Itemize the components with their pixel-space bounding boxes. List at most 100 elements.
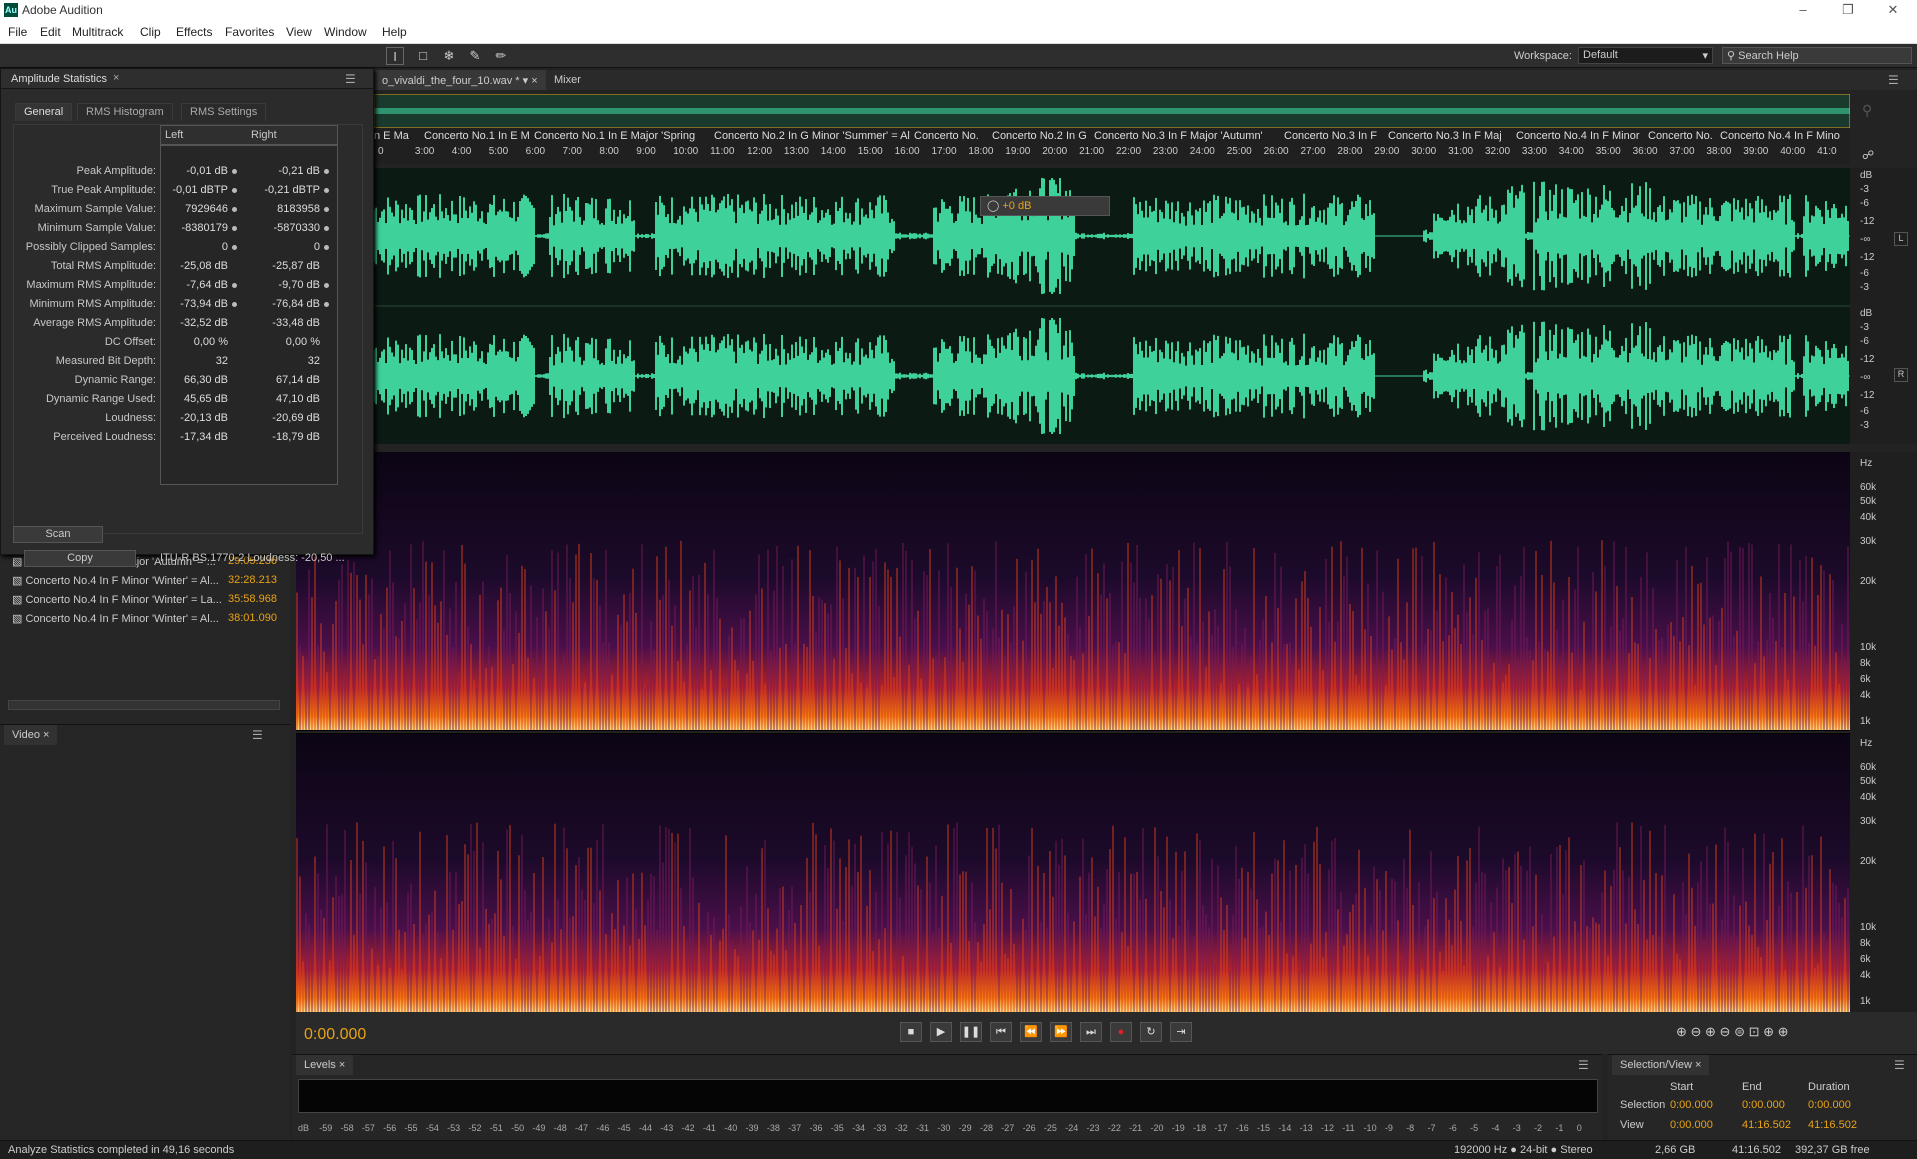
menu-favorites[interactable]: Favorites <box>225 25 274 39</box>
marker-time[interactable]: 32:28.213 <box>228 574 277 586</box>
track-marker-label[interactable]: n E Ma <box>374 130 422 142</box>
horizontal-scrollbar[interactable] <box>8 700 280 710</box>
track-marker-label[interactable]: Concerto No.1 In E M <box>424 130 532 142</box>
list-item[interactable]: ▧ Concerto No.4 In F Minor 'Winter' = Al… <box>12 574 277 590</box>
go-to-marker-icon[interactable] <box>232 283 237 288</box>
zoom-out-full-icon[interactable]: ⊜ <box>1734 1024 1749 1039</box>
view-end-field[interactable]: 41:16.502 <box>1742 1119 1791 1131</box>
panel-menu-icon[interactable]: ☰ <box>1578 1058 1589 1072</box>
close-icon[interactable]: × <box>1695 1059 1701 1071</box>
track-marker-label[interactable]: Concerto No.4 In F Mino <box>1720 130 1848 142</box>
go-to-marker-icon[interactable] <box>324 226 329 231</box>
selection-end-field[interactable]: 0:00.000 <box>1742 1099 1785 1111</box>
zoom-in-left-icon[interactable]: ⊕ <box>1763 1024 1778 1039</box>
spectral-display[interactable] <box>296 452 1850 1012</box>
go-to-marker-icon[interactable] <box>324 188 329 193</box>
zoom-out-time-icon[interactable]: ⊖ <box>1720 1024 1735 1039</box>
zoom-in-right-icon[interactable]: ⊕ <box>1778 1024 1789 1039</box>
go-to-marker-icon[interactable] <box>232 226 237 231</box>
track-marker-label[interactable]: Concerto No. <box>914 130 990 142</box>
zoom-in-time-icon[interactable]: ⊕ <box>1705 1024 1720 1039</box>
brush-tool-icon[interactable]: ✎ <box>466 47 484 65</box>
go-to-marker-icon[interactable] <box>324 207 329 212</box>
panel-menu-icon[interactable]: ☰ <box>1888 73 1899 87</box>
zoom-overview-icon[interactable]: ⚲ <box>1862 102 1872 119</box>
go-to-marker-icon[interactable] <box>232 302 237 307</box>
tab-selection-view[interactable]: Selection/View × <box>1612 1055 1710 1075</box>
tab-rms-settings[interactable]: RMS Settings <box>181 103 267 121</box>
close-icon[interactable]: ✕ <box>1871 0 1915 22</box>
close-icon[interactable]: × <box>531 75 537 87</box>
selection-duration-field[interactable]: 0:00.000 <box>1808 1099 1851 1111</box>
selection-start-field[interactable]: 0:00.000 <box>1670 1099 1713 1111</box>
menu-help[interactable]: Help <box>382 25 407 39</box>
close-icon[interactable]: × <box>113 72 119 84</box>
copy-button[interactable]: Copy <box>24 550 136 567</box>
track-marker-label[interactable]: Concerto No.1 In E Major 'Spring <box>534 130 712 142</box>
track-marker-label[interactable]: Concerto No. <box>1648 130 1718 142</box>
go-to-marker-icon[interactable] <box>232 207 237 212</box>
tab-video[interactable]: Video × <box>4 725 58 745</box>
close-icon[interactable]: × <box>43 729 49 741</box>
time-selection-tool-icon[interactable]: I <box>386 47 404 65</box>
close-icon[interactable]: × <box>339 1059 345 1071</box>
panel-menu-icon[interactable]: ☰ <box>252 728 263 742</box>
view-duration-field[interactable]: 41:16.502 <box>1808 1119 1857 1131</box>
track-marker-label[interactable]: Concerto No.3 In F <box>1284 130 1386 142</box>
view-start-field[interactable]: 0:00.000 <box>1670 1119 1713 1131</box>
tab-mixer[interactable]: Mixer <box>546 70 589 90</box>
zoom-out-amplitude-icon[interactable]: ⊖ <box>1691 1024 1706 1039</box>
record-icon[interactable]: ● <box>1110 1022 1132 1042</box>
skip-selection-icon[interactable]: ⇥ <box>1170 1022 1192 1042</box>
track-marker-label[interactable]: Concerto No.3 In F Maj <box>1388 130 1514 142</box>
track-marker-label[interactable]: Concerto No.4 In F Minor <box>1516 130 1646 142</box>
play-icon[interactable]: ▶ <box>930 1022 952 1042</box>
current-time-display[interactable]: 0:00.000 <box>304 1026 366 1044</box>
loop-icon[interactable]: ↻ <box>1140 1022 1162 1042</box>
channel-left-button[interactable]: L <box>1894 232 1908 246</box>
go-to-marker-icon[interactable] <box>324 169 329 174</box>
marker-time[interactable]: 38:01.090 <box>228 612 277 624</box>
spot-healing-tool-icon[interactable]: ✏ <box>492 47 510 65</box>
restore-icon[interactable]: ❐ <box>1826 0 1870 22</box>
go-to-end-icon[interactable]: ⏭ <box>1080 1022 1102 1042</box>
rewind-icon[interactable]: ⏪ <box>1020 1022 1042 1042</box>
stop-icon[interactable]: ■ <box>900 1022 922 1042</box>
go-to-marker-icon[interactable] <box>232 169 237 174</box>
tab-rms-histogram[interactable]: RMS Histogram <box>77 103 173 121</box>
go-to-marker-icon[interactable] <box>232 245 237 250</box>
track-marker-label[interactable]: Concerto No.3 In F Major 'Autumn' <box>1094 130 1282 142</box>
zoom-in-amplitude-icon[interactable]: ⊕ <box>1676 1024 1691 1039</box>
go-to-start-icon[interactable]: ⏮ <box>990 1022 1012 1042</box>
panel-menu-icon[interactable]: ☰ <box>1894 1058 1905 1072</box>
menu-edit[interactable]: Edit <box>40 25 61 39</box>
zoom-selection-icon[interactable]: ⊡ <box>1749 1024 1764 1039</box>
panel-menu-icon[interactable]: ☰ <box>345 72 356 86</box>
go-to-marker-icon[interactable] <box>324 283 329 288</box>
scan-button[interactable]: Scan <box>13 526 103 543</box>
waveform-display[interactable]: ◯ +0 dB <box>373 168 1850 444</box>
lasso-tool-icon[interactable]: ❄ <box>440 47 458 65</box>
fast-forward-icon[interactable]: ⏩ <box>1050 1022 1072 1042</box>
pause-icon[interactable]: ❚❚ <box>960 1022 982 1042</box>
go-to-marker-icon[interactable] <box>232 188 237 193</box>
menu-view[interactable]: View <box>286 25 312 39</box>
volume-knob-icon[interactable]: ◯ <box>987 200 1002 212</box>
marker-time[interactable]: 35:58.968 <box>228 593 277 605</box>
list-item[interactable]: ▧ Concerto No.4 In F Minor 'Winter' = La… <box>12 593 277 609</box>
menu-file[interactable]: File <box>8 25 27 39</box>
track-marker-label[interactable]: Concerto No.2 In G <box>992 130 1092 142</box>
search-help-input[interactable]: ⚲ Search Help <box>1722 47 1912 64</box>
headphones-icon[interactable]: ☍ <box>1862 148 1874 162</box>
hud-volume[interactable]: ◯ +0 dB <box>980 196 1110 216</box>
waveform-overview[interactable] <box>373 93 1851 129</box>
minimize-icon[interactable]: – <box>1781 0 1825 22</box>
tab-general[interactable]: General <box>15 103 73 121</box>
go-to-marker-icon[interactable] <box>324 302 329 307</box>
go-to-marker-icon[interactable] <box>324 245 329 250</box>
timeline-ruler[interactable]: n E Ma Concerto No.1 In E M Concerto No.1 … <box>374 128 1850 164</box>
workspace-select[interactable]: Default ▾ <box>1578 47 1713 64</box>
tab-file[interactable]: o_vivaldi_the_four_10.wav * ▾ × <box>374 70 546 90</box>
menu-effects[interactable]: Effects <box>176 25 212 39</box>
menu-window[interactable]: Window <box>324 25 367 39</box>
